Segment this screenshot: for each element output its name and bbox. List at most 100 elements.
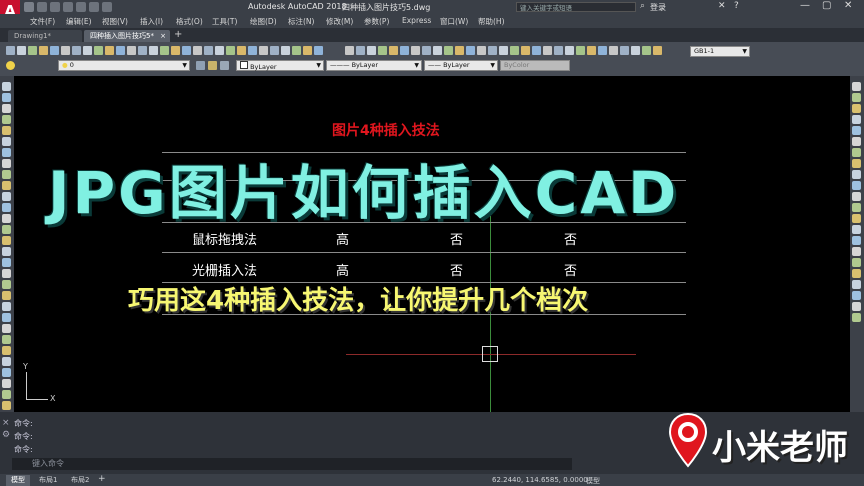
toolbar-tool-icon[interactable] — [292, 46, 301, 55]
toolbar-tool-icon[interactable] — [6, 46, 15, 55]
toolbar-tool-icon[interactable] — [303, 46, 312, 55]
toolbar-tool-icon[interactable] — [127, 46, 136, 55]
toolbar-tool-icon[interactable] — [433, 46, 442, 55]
draw-tool-icon[interactable] — [2, 357, 11, 366]
tab-close-icon[interactable]: × — [160, 30, 166, 42]
modify-tool-icon[interactable] — [852, 148, 861, 157]
menu-insert[interactable]: 插入(I) — [140, 16, 163, 27]
toolbar-tool-icon[interactable] — [270, 46, 279, 55]
draw-tool-icon[interactable] — [2, 225, 11, 234]
modify-tool-icon[interactable] — [852, 192, 861, 201]
saveas-icon[interactable] — [63, 2, 73, 12]
draw-tool-icon[interactable] — [2, 313, 11, 322]
modify-tool-icon[interactable] — [852, 236, 861, 245]
save-icon[interactable] — [50, 2, 60, 12]
draw-tool-icon[interactable] — [2, 368, 11, 377]
toolbar-tool-icon[interactable] — [543, 46, 552, 55]
modify-tool-icon[interactable] — [852, 93, 861, 102]
toolbar-tool-icon[interactable] — [653, 46, 662, 55]
toolbar-tool-icon[interactable] — [356, 46, 365, 55]
toolbar-tool-icon[interactable] — [510, 46, 519, 55]
maximize-icon[interactable]: ▢ — [822, 0, 831, 11]
draw-tool-icon[interactable] — [2, 269, 11, 278]
add-layout-icon[interactable]: + — [98, 474, 106, 484]
menu-format[interactable]: 格式(O) — [176, 16, 203, 27]
toolbar-tool-icon[interactable] — [138, 46, 147, 55]
modify-tool-icon[interactable] — [852, 313, 861, 322]
toolbar-tool-icon[interactable] — [422, 46, 431, 55]
modify-tool-icon[interactable] — [852, 203, 861, 212]
toolbar-tool-icon[interactable] — [314, 46, 323, 55]
menu-express[interactable]: Express — [402, 16, 431, 25]
draw-tool-icon[interactable] — [2, 170, 11, 179]
toolbar-tool-icon[interactable] — [411, 46, 420, 55]
menu-file[interactable]: 文件(F) — [30, 16, 55, 27]
toolbar-tool-icon[interactable] — [17, 46, 26, 55]
toolbar-tool-icon[interactable] — [204, 46, 213, 55]
draw-tool-icon[interactable] — [2, 137, 11, 146]
modify-tool-icon[interactable] — [852, 291, 861, 300]
undo-icon[interactable] — [89, 2, 99, 12]
search-icon[interactable]: ⌕ — [640, 1, 645, 11]
toolbar-tool-icon[interactable] — [642, 46, 651, 55]
redo-icon[interactable] — [102, 2, 112, 12]
menu-parametric[interactable]: 参数(P) — [364, 16, 389, 27]
layout-tab-2[interactable]: 布局2 — [66, 475, 94, 486]
draw-tool-icon[interactable] — [2, 258, 11, 267]
modify-tool-icon[interactable] — [852, 115, 861, 124]
toolbar-tool-icon[interactable] — [400, 46, 409, 55]
toolbar-tool-icon[interactable] — [237, 46, 246, 55]
draw-tool-icon[interactable] — [2, 346, 11, 355]
toolbar-tool-icon[interactable] — [499, 46, 508, 55]
toolbar-tool-icon[interactable] — [345, 46, 354, 55]
toolbar-tool-icon[interactable] — [488, 46, 497, 55]
command-input[interactable]: 键入命令 — [12, 458, 572, 470]
menu-window[interactable]: 窗口(W) — [440, 16, 468, 27]
color-dropdown[interactable]: ByLayer ▼ — [236, 60, 324, 71]
modify-tool-icon[interactable] — [852, 258, 861, 267]
draw-tool-icon[interactable] — [2, 247, 11, 256]
toolbar-tool-icon[interactable] — [378, 46, 387, 55]
menu-draw[interactable]: 绘图(D) — [250, 16, 277, 27]
menu-help[interactable]: 帮助(H) — [478, 16, 505, 27]
toolbar-tool-icon[interactable] — [160, 46, 169, 55]
modify-tool-icon[interactable] — [852, 159, 861, 168]
toolbar-tool-icon[interactable] — [39, 46, 48, 55]
toolbar-tool-icon[interactable] — [171, 46, 180, 55]
toolbar-tool-icon[interactable] — [94, 46, 103, 55]
modify-tool-icon[interactable] — [852, 181, 861, 190]
menu-edit[interactable]: 编辑(E) — [66, 16, 92, 27]
toolbar-tool-icon[interactable] — [532, 46, 541, 55]
toolbar-tool-icon[interactable] — [248, 46, 257, 55]
toolbar-tool-icon[interactable] — [149, 46, 158, 55]
draw-tool-icon[interactable] — [2, 82, 11, 91]
minimize-icon[interactable]: — — [800, 0, 810, 11]
toolbar-tool-icon[interactable] — [477, 46, 486, 55]
toolbar-tool-icon[interactable] — [631, 46, 640, 55]
modify-tool-icon[interactable] — [852, 137, 861, 146]
toolbar-tool-icon[interactable] — [105, 46, 114, 55]
new-icon[interactable] — [24, 2, 34, 12]
modify-tool-icon[interactable] — [852, 126, 861, 135]
draw-tool-icon[interactable] — [2, 126, 11, 135]
layer-properties-icon[interactable] — [196, 61, 205, 70]
draw-tool-icon[interactable] — [2, 379, 11, 388]
drawing-canvas[interactable]: 图片4种插入技法 鼠标拖拽法 高 否 否 光栅插入法 高 否 否 Y X — [14, 76, 850, 412]
toolbar-tool-icon[interactable] — [620, 46, 629, 55]
draw-tool-icon[interactable] — [2, 148, 11, 157]
menu-tools[interactable]: 工具(T) — [212, 16, 237, 27]
draw-tool-icon[interactable] — [2, 236, 11, 245]
toolbar-tool-icon[interactable] — [444, 46, 453, 55]
modify-tool-icon[interactable] — [852, 170, 861, 179]
toolbar-tool-icon[interactable] — [193, 46, 202, 55]
draw-tool-icon[interactable] — [2, 280, 11, 289]
draw-tool-icon[interactable] — [2, 181, 11, 190]
toolbar-tool-icon[interactable] — [576, 46, 585, 55]
draw-tool-icon[interactable] — [2, 159, 11, 168]
modify-tool-icon[interactable] — [852, 225, 861, 234]
toolbar-tool-icon[interactable] — [565, 46, 574, 55]
layer-dropdown[interactable]: ● 0 ▼ — [58, 60, 190, 71]
open-icon[interactable] — [37, 2, 47, 12]
close-icon[interactable]: ✕ — [844, 0, 852, 11]
toolbar-tool-icon[interactable] — [554, 46, 563, 55]
